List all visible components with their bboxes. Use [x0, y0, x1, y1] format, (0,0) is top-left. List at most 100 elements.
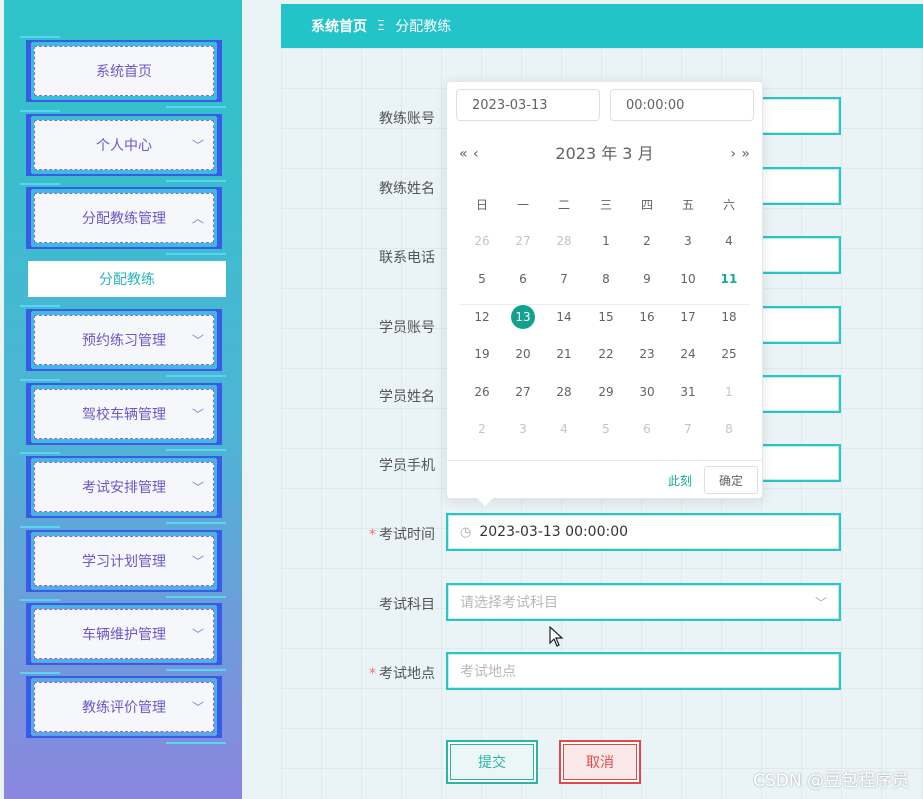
menu-deco-line	[20, 526, 60, 528]
calendar-day[interactable]: 3	[508, 416, 538, 442]
sidebar-item-home[interactable]: 系统首页	[20, 36, 226, 108]
calendar-day[interactable]: 20	[508, 341, 538, 367]
sidebar-item-coach-review-mgmt[interactable]: 教练评价管理 ﹀	[20, 672, 226, 744]
calendar-day[interactable]: 12	[467, 304, 497, 330]
menu-deco-line	[20, 110, 60, 112]
menu-deco-line	[166, 596, 226, 598]
calendar-day[interactable]: 28	[549, 379, 579, 405]
menu-deco-line	[166, 742, 226, 744]
calendar-day[interactable]: 29	[591, 379, 621, 405]
exam-subject-placeholder: 请选择考试科目	[460, 595, 558, 611]
chevron-icon: ﹀	[191, 700, 204, 715]
picker-month-header: 2023 年 3 月	[555, 144, 654, 163]
calendar-day[interactable]: 4	[714, 228, 744, 254]
label-exam-time: * 考试时间	[340, 524, 435, 544]
exam-time-input[interactable]: ◷ 2023-03-13 00:00:00	[446, 513, 841, 551]
clock-icon: ◷	[460, 524, 472, 540]
picker-date-input[interactable]: 2023-03-13	[456, 89, 600, 121]
label-coach-name: 教练姓名	[379, 181, 435, 197]
submit-button[interactable]: 提交	[446, 740, 538, 784]
menu-deco-line	[166, 106, 226, 108]
submenu-item-assign-coach[interactable]: 分配教练	[28, 261, 226, 297]
calendar-day[interactable]: 2	[467, 416, 497, 442]
chevron-icon: ﹀	[191, 480, 204, 495]
sidebar-item-vehicle-maintenance-mgmt[interactable]: 车辆维护管理 ﹀	[20, 599, 226, 671]
menu-deco-line	[20, 672, 60, 674]
required-mark: *	[369, 666, 376, 682]
calendar-day[interactable]: 4	[549, 416, 579, 442]
picker-time-input[interactable]: 00:00:00	[610, 89, 754, 121]
calendar-day[interactable]: 22	[591, 341, 621, 367]
calendar-day[interactable]: 27	[508, 228, 538, 254]
weekday-header: 一	[516, 198, 529, 212]
menu-deco-line	[166, 522, 226, 524]
calendar-day[interactable]: 9	[632, 266, 662, 292]
sidebar-item-exam-schedule-mgmt[interactable]: 考试安排管理 ﹀	[20, 452, 226, 524]
calendar-day[interactable]: 14	[549, 304, 579, 330]
weekday-header: 三	[599, 198, 612, 212]
calendar-day[interactable]: 13	[508, 304, 538, 330]
chevron-icon: ﹀	[191, 407, 204, 422]
menu-deco-line	[166, 669, 226, 671]
menu-deco-line	[20, 599, 60, 601]
weekday-header: 五	[681, 198, 694, 212]
next-year-icon[interactable]: »	[741, 140, 750, 168]
calendar-day[interactable]: 5	[467, 266, 497, 292]
calendar-day[interactable]: 5	[591, 416, 621, 442]
calendar-day[interactable]: 28	[549, 228, 579, 254]
calendar-day[interactable]: 2	[632, 228, 662, 254]
chevron-icon: ︿	[191, 211, 204, 226]
calendar-day[interactable]: 15	[591, 304, 621, 330]
chevron-down-icon: ﹀	[814, 595, 827, 610]
sidebar-item-study-plan-mgmt[interactable]: 学习计划管理 ﹀	[20, 526, 226, 598]
calendar-day[interactable]: 18	[714, 304, 744, 330]
calendar-day[interactable]: 6	[632, 416, 662, 442]
sidebar-item-practice-booking-mgmt[interactable]: 预约练习管理 ﹀	[20, 305, 226, 377]
breadcrumb-separator-icon: Ξ	[377, 18, 386, 34]
next-month-icon[interactable]: ›	[730, 140, 736, 168]
calendar-day[interactable]: 25	[714, 341, 744, 367]
breadcrumb-current: 分配教练	[395, 19, 452, 35]
label-phone: 联系电话	[379, 250, 435, 266]
mouse-cursor-icon	[549, 626, 564, 647]
calendar-day[interactable]: 7	[549, 266, 579, 292]
sidebar-item-vehicle-mgmt[interactable]: 驾校车辆管理 ﹀	[20, 379, 226, 451]
sidebar-item-personal-center[interactable]: 个人中心 ﹀	[20, 110, 226, 182]
calendar-day[interactable]: 1	[714, 379, 744, 405]
menu-deco-line	[166, 180, 226, 182]
calendar-day[interactable]: 27	[508, 379, 538, 405]
calendar-day[interactable]: 7	[673, 416, 703, 442]
calendar-day[interactable]: 8	[714, 416, 744, 442]
exam-subject-select[interactable]: 请选择考试科目 ﹀	[446, 583, 841, 621]
label-student-account: 学员账号	[379, 320, 435, 336]
label-exam-location: * 考试地点	[340, 663, 435, 683]
calendar-day[interactable]: 6	[508, 266, 538, 292]
calendar-day[interactable]: 31	[673, 379, 703, 405]
calendar-day[interactable]: 30	[632, 379, 662, 405]
label-exam-location-text: 考试地点	[379, 666, 435, 682]
calendar-day[interactable]: 11	[714, 266, 744, 292]
calendar-day[interactable]: 1	[591, 228, 621, 254]
cancel-button[interactable]: 取消	[559, 740, 641, 784]
label-coach-account: 教练账号	[379, 111, 435, 127]
calendar-day[interactable]: 10	[673, 266, 703, 292]
confirm-button[interactable]: 确定	[704, 466, 758, 494]
date-picker-popup: 2023-03-13 00:00:00 « ‹ 2023 年 3 月 › » 日…	[446, 81, 763, 508]
calendar-day[interactable]: 17	[673, 304, 703, 330]
sidebar-item-assign-coach-mgmt[interactable]: 分配教练管理 ︿	[20, 183, 226, 255]
calendar-day[interactable]: 3	[673, 228, 703, 254]
calendar-day[interactable]: 26	[467, 228, 497, 254]
calendar-day[interactable]: 24	[673, 341, 703, 367]
now-button[interactable]: 此刻	[668, 472, 692, 489]
selected-day-marker: 13	[511, 305, 535, 329]
exam-location-input[interactable]: 考试地点	[446, 652, 841, 690]
menu-deco-line	[166, 375, 226, 377]
calendar-day[interactable]: 26	[467, 379, 497, 405]
calendar-day[interactable]: 16	[632, 304, 662, 330]
calendar-day[interactable]: 19	[467, 341, 497, 367]
calendar-day[interactable]: 21	[549, 341, 579, 367]
calendar-day[interactable]: 23	[632, 341, 662, 367]
breadcrumb-home[interactable]: 系统首页	[311, 16, 367, 36]
label-exam-time-text: 考试时间	[379, 527, 435, 543]
calendar-day[interactable]: 8	[591, 266, 621, 292]
